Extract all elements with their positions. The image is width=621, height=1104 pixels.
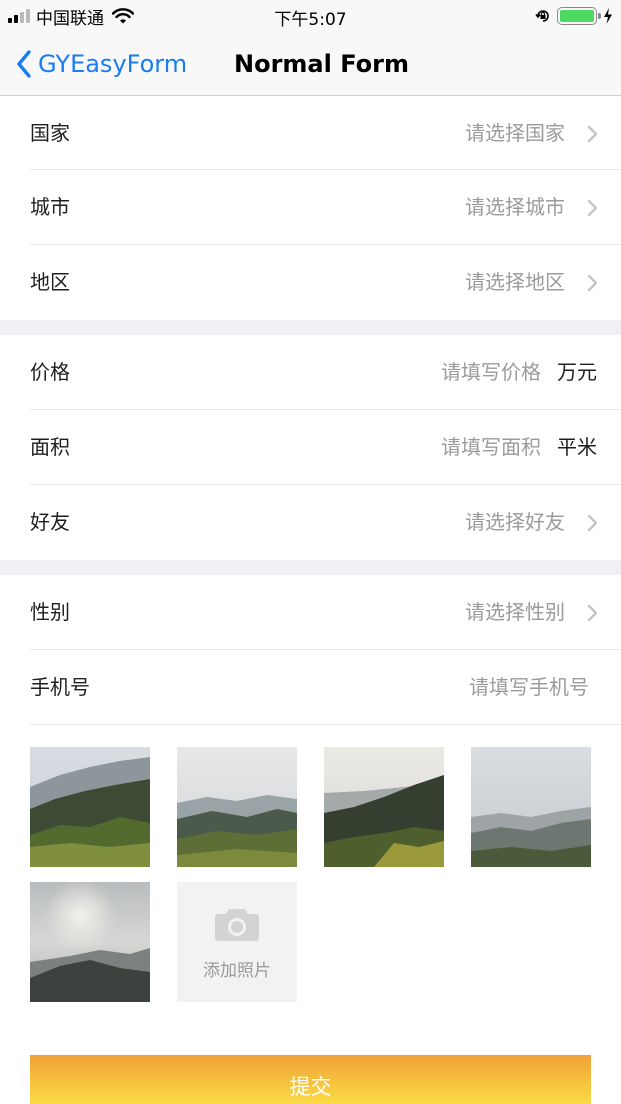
city-placeholder: 请选择城市	[465, 195, 565, 219]
status-time: 下午5:07	[274, 10, 347, 30]
photo-thumbnail[interactable]	[30, 747, 150, 867]
gender-label: 性别	[30, 600, 70, 624]
price-input[interactable]: 请填写价格	[441, 335, 541, 410]
phone-input[interactable]: 请填写手机号	[469, 650, 589, 725]
divider	[30, 724, 621, 725]
friend-selector-row[interactable]: 好友 请选择好友	[0, 485, 621, 560]
landscape-image	[324, 747, 444, 867]
rotation-lock-icon	[535, 10, 549, 22]
divider	[30, 484, 621, 485]
back-button-label: GYEasyForm	[38, 50, 188, 78]
chevron-right-icon	[587, 274, 598, 292]
landscape-image	[30, 747, 150, 867]
section-separator	[0, 320, 621, 335]
friend-placeholder: 请选择好友	[465, 510, 565, 534]
submit-button-label: 提交	[289, 1075, 332, 1099]
city-selector-row[interactable]: 城市 请选择城市	[0, 170, 621, 245]
district-label: 地区	[30, 270, 70, 294]
landscape-image	[177, 747, 297, 867]
price-label: 价格	[30, 360, 70, 384]
camera-icon	[215, 909, 259, 941]
chevron-right-icon	[587, 125, 598, 143]
landscape-image	[30, 882, 150, 1002]
page-title: Normal Form	[234, 50, 409, 78]
add-photo-button[interactable]: 添加照片	[177, 882, 297, 1002]
chevron-right-icon	[587, 604, 598, 622]
country-selector-row[interactable]: 国家 请选择国家	[0, 96, 621, 171]
gender-placeholder: 请选择性别	[465, 600, 565, 624]
country-placeholder: 请选择国家	[465, 121, 565, 145]
divider	[30, 169, 621, 170]
add-photo-label: 添加照片	[203, 961, 271, 981]
battery-icon	[557, 7, 601, 25]
chevron-right-icon	[587, 199, 598, 217]
status-bar: 中国联通 下午5:07	[0, 0, 621, 32]
navigation-bar: GYEasyForm Normal Form	[0, 32, 621, 96]
status-bar-right	[535, 5, 613, 27]
chevron-right-icon	[587, 514, 598, 532]
divider	[30, 409, 621, 410]
area-label: 面积	[30, 435, 70, 459]
district-selector-row[interactable]: 地区 请选择地区	[0, 245, 621, 320]
friend-label: 好友	[30, 510, 70, 534]
submit-button[interactable]: 提交	[30, 1055, 591, 1104]
chevron-left-icon	[17, 50, 31, 78]
divider	[30, 244, 621, 245]
phone-label: 手机号	[30, 675, 90, 699]
gender-selector-row[interactable]: 性别 请选择性别	[0, 575, 621, 650]
section-separator	[0, 560, 621, 575]
price-input-row[interactable]: 价格 请填写价格 万元	[0, 335, 621, 410]
area-input-row[interactable]: 面积 请填写面积 平米	[0, 410, 621, 485]
city-label: 城市	[30, 195, 70, 219]
photo-thumbnail[interactable]	[30, 882, 150, 1002]
phone-input-row[interactable]: 手机号 请填写手机号	[0, 650, 621, 725]
price-unit: 万元	[557, 360, 597, 384]
photo-thumbnail[interactable]	[177, 747, 297, 867]
area-unit: 平米	[557, 435, 597, 459]
country-label: 国家	[30, 121, 70, 145]
district-placeholder: 请选择地区	[465, 270, 565, 294]
divider	[30, 649, 621, 650]
photo-thumbnail[interactable]	[471, 747, 591, 867]
back-button[interactable]: GYEasyForm	[16, 32, 187, 96]
landscape-image	[471, 747, 591, 867]
charging-bolt-icon	[604, 8, 612, 24]
photo-thumbnail[interactable]	[324, 747, 444, 867]
area-input[interactable]: 请填写面积	[441, 410, 541, 485]
